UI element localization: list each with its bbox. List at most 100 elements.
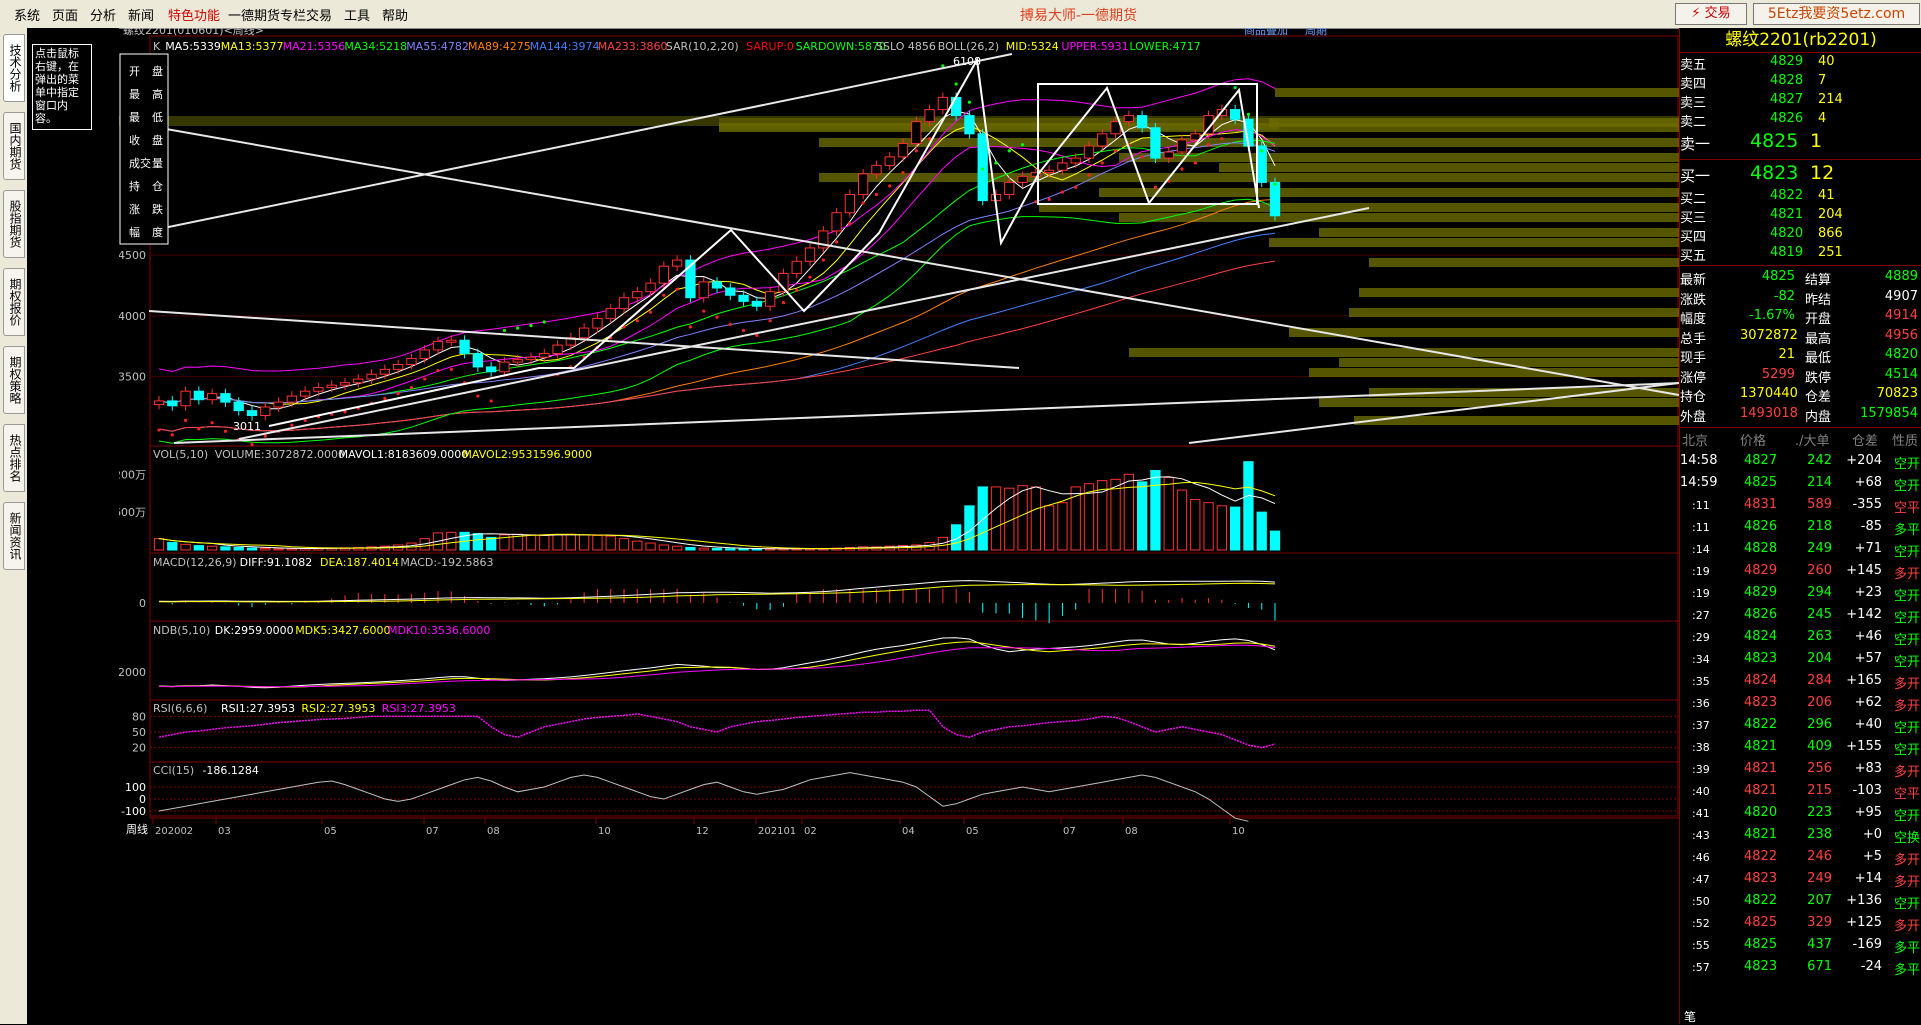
stat-label: 结算: [1805, 273, 1832, 288]
menu-item-4[interactable]: 特色功能: [168, 5, 220, 24]
volume-bar: [193, 545, 205, 551]
tick-row: :14 4828 249 +71 空开: [1680, 539, 1921, 561]
period-link[interactable]: 周期: [1305, 28, 1327, 37]
bottom-tab[interactable]: 笔: [1684, 1008, 1696, 1025]
ndb-indicator: DK:2959.0000: [215, 624, 294, 637]
tick-time: :39: [1692, 763, 1710, 776]
tick-nature: 空开: [1894, 743, 1921, 758]
bid-label: 买二: [1680, 192, 1707, 207]
candle-body: [871, 164, 882, 175]
time-tick-label: 08: [1125, 826, 1138, 837]
left-tab-0[interactable]: 技术分析: [3, 34, 25, 102]
volume-bar: [1216, 505, 1228, 551]
stat-value: 1579854: [1860, 405, 1918, 421]
tick-price: 4823: [1744, 959, 1778, 974]
ask-label: 卖三: [1680, 96, 1707, 111]
left-tab-4[interactable]: 期权策略: [3, 346, 25, 414]
trend-line: [238, 207, 1370, 440]
tick-row: :47 4823 249 +14 多开: [1680, 869, 1921, 891]
volume-bar: [1123, 473, 1135, 551]
time-tick-label: 10: [1232, 826, 1245, 837]
time-tick-label: 03: [218, 826, 231, 837]
stat-label: 现手: [1680, 351, 1707, 366]
menu-item-2[interactable]: 分析: [90, 5, 116, 24]
stat-value: 4889: [1884, 269, 1918, 284]
sar-dot: [516, 326, 520, 330]
main-indicator: LOWER:4717: [1129, 40, 1200, 53]
sar-dot: [409, 385, 414, 390]
time-tick-label: 202002: [155, 826, 193, 837]
ndb-dk-line: [158, 637, 1276, 689]
volume-bar: [990, 486, 1002, 551]
candle-body: [738, 294, 749, 302]
ask-volume: 4: [1818, 111, 1827, 126]
tick-row: 14:59 4825 214 +68 空开: [1680, 473, 1921, 495]
volume-profile-bar: [1129, 348, 1679, 357]
menu-item-3[interactable]: 新闻: [128, 5, 154, 24]
tick-price: 4824: [1744, 629, 1778, 644]
tick-time: :34: [1692, 653, 1710, 666]
menu-item-7[interactable]: 工具: [344, 5, 370, 24]
overlay-link[interactable]: 商品叠加: [1244, 28, 1288, 37]
sar-dot: [1153, 185, 1158, 189]
bid-row: 买四 4820 866: [1680, 226, 1921, 245]
candle-body: [167, 400, 178, 407]
info-label: 跌: [152, 202, 163, 216]
sar-dot: [170, 433, 174, 437]
info-label: 开: [129, 65, 140, 78]
macd-indicator: MACD:-192.5863: [400, 556, 493, 569]
stat-value: 4825: [1761, 269, 1795, 284]
left-tab-2[interactable]: 股指期货: [3, 190, 25, 258]
volume-bar: [539, 534, 550, 551]
tick-volume: 246: [1807, 849, 1832, 864]
left-tab-6[interactable]: 新闻资讯: [3, 502, 25, 570]
tick-header-cell: 北京: [1682, 434, 1709, 449]
stat-row: 涨停 5299 跌停 4514: [1680, 367, 1921, 386]
tick-oi-change: +142: [1846, 607, 1882, 622]
tick-volume: 296: [1807, 717, 1832, 732]
menu-item-1[interactable]: 页面: [52, 5, 78, 24]
candle-body: [605, 308, 616, 319]
vol-indicator: MAVOL2:9531596.9000: [462, 448, 592, 461]
left-tab-3[interactable]: 期权报价: [3, 268, 25, 336]
trade-button[interactable]: ⚡ 交易: [1675, 3, 1747, 25]
stat-value: 5299: [1761, 366, 1795, 382]
tick-oi-change: -24: [1860, 959, 1882, 974]
left-tab-1[interactable]: 国内期货: [3, 112, 25, 180]
sar-dot: [1246, 112, 1251, 116]
ask-volume: 40: [1818, 54, 1835, 69]
main-indicator: MA34:5218: [344, 40, 407, 53]
menu-item-8[interactable]: 帮助: [382, 5, 408, 24]
moving-average-line: [158, 124, 1276, 405]
tick-time: :11: [1692, 499, 1710, 512]
sar-dot: [396, 392, 400, 396]
menu-item-0[interactable]: 系统: [14, 5, 40, 24]
info-label: 仓: [152, 179, 163, 193]
divider: [1680, 265, 1921, 266]
tick-volume: 263: [1807, 629, 1832, 644]
volume-bar: [632, 540, 643, 551]
candle-body: [1083, 145, 1095, 159]
sar-dot: [967, 100, 972, 104]
info-label: 持: [129, 179, 140, 193]
menu-item-5[interactable]: 一德期货专栏: [228, 5, 306, 24]
kline-chart-area[interactable]: 螺纹2201(010601)<周线> 商品叠加 周期 K MA5:5339 MA13:53…: [119, 28, 1679, 1024]
left-tab-5[interactable]: 热点排名: [3, 424, 25, 492]
tick-nature: 空开: [1894, 633, 1921, 648]
candle-body: [950, 96, 962, 117]
rsi-axis-label: 50: [132, 726, 146, 739]
tick-time: 14:59: [1680, 475, 1718, 490]
tick-oi-change: +204: [1846, 453, 1882, 468]
sar-dot: [1087, 173, 1091, 177]
menu-item-6[interactable]: 交易: [306, 5, 332, 24]
tick-row: :11 4826 218 -85 多平: [1680, 517, 1921, 539]
candle-body: [220, 393, 231, 403]
volume-bar: [711, 547, 723, 551]
tick-row: :57 4823 671 -24 多平: [1680, 957, 1921, 979]
tick-price: 4823: [1744, 651, 1778, 666]
tick-price: 4825: [1744, 937, 1778, 952]
price-axis-label: 4000: [119, 310, 146, 323]
candle-body: [1123, 115, 1135, 123]
bid-label: 买五: [1680, 249, 1707, 264]
main-indicator: MA233:3860: [598, 40, 668, 53]
